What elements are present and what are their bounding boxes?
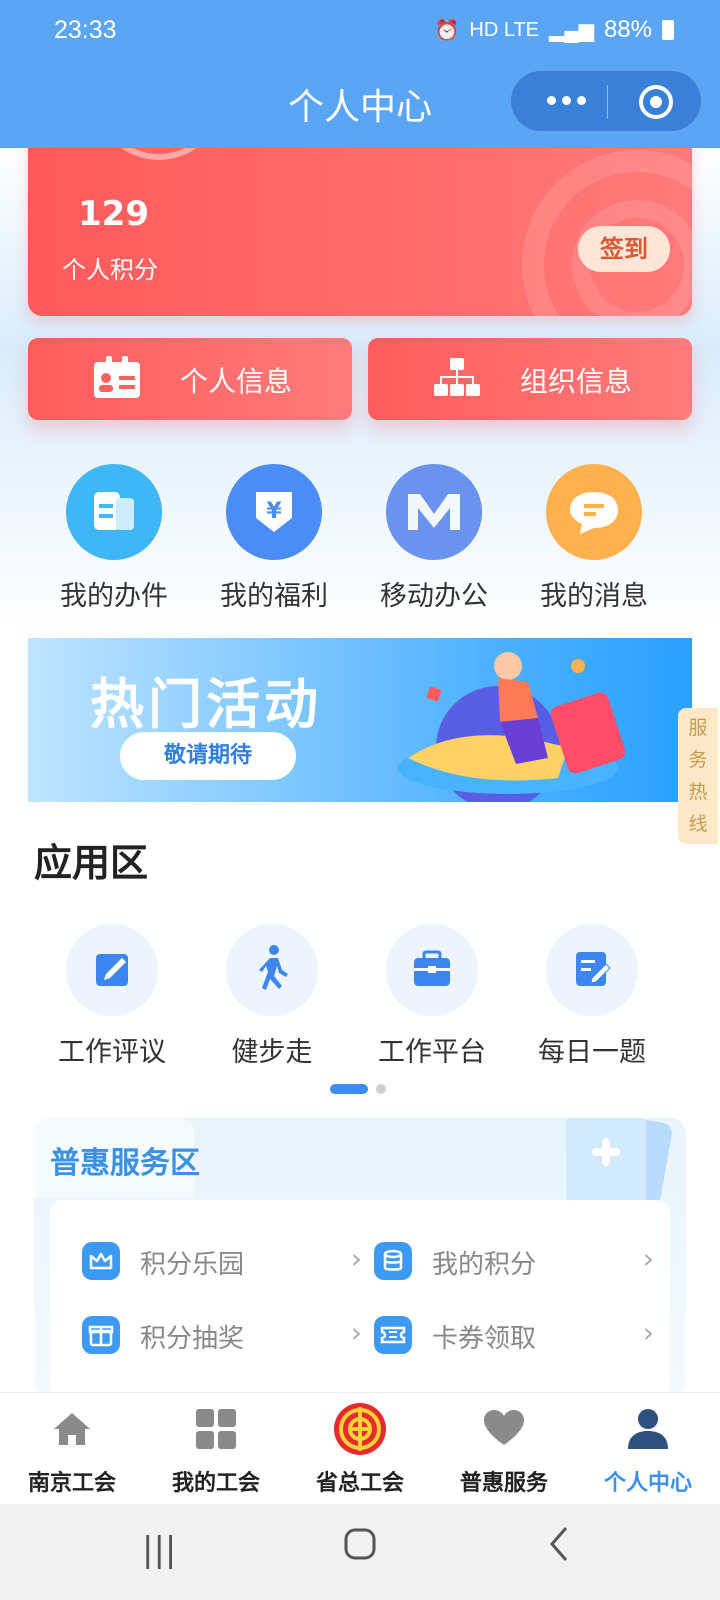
points-card: 129 个人积分 签到 — [28, 130, 692, 316]
points-label: 个人积分 — [62, 256, 158, 284]
benefits-panel: 积分乐园 › 我的积分 › 积分抽奖 › 卡券领取 › — [50, 1200, 670, 1398]
back-icon[interactable] — [544, 1524, 574, 1573]
org-chart-icon — [434, 358, 480, 396]
page-dot[interactable] — [376, 1084, 386, 1094]
system-nav-bar: ||| — [0, 1504, 720, 1600]
document-icon — [66, 464, 162, 560]
tab-benefit-services[interactable]: 普惠服务 — [432, 1393, 576, 1505]
database-icon — [374, 1242, 412, 1280]
cards-decoration-icon — [566, 1118, 672, 1210]
app-label: 工作评议 — [58, 1037, 166, 1068]
service-label: 积分乐园 — [140, 1250, 245, 1280]
more-menu-icon[interactable] — [541, 85, 591, 115]
recent-apps-icon[interactable]: ||| — [142, 1530, 176, 1570]
page-indicator[interactable] — [330, 1084, 386, 1094]
top-bar: 23:33 ⏰ HD LTE ▂▄▆ 88% 个人中心 — [0, 0, 720, 148]
app-label: 健步走 — [231, 1037, 313, 1068]
network-indicator: HD LTE — [469, 18, 540, 41]
tab-label: 普惠服务 — [459, 1471, 548, 1496]
app-walking[interactable]: 健步走 — [190, 924, 354, 1074]
edit-icon — [66, 924, 158, 1016]
service-points-park[interactable]: 积分乐园 › — [82, 1240, 362, 1286]
service-my-points[interactable]: 我的积分 › — [374, 1240, 654, 1286]
app-daily-quiz[interactable]: 每日一题 — [510, 924, 674, 1074]
grid-icon — [196, 1409, 236, 1449]
chat-bubble-icon — [546, 464, 642, 560]
quick-action-mobile-office[interactable]: 移动办公 — [354, 464, 514, 624]
walking-icon — [226, 924, 318, 1016]
battery-level: 88% — [603, 16, 652, 43]
chevron-right-icon: › — [350, 1242, 362, 1275]
banner-button[interactable]: 敬请期待 — [120, 732, 296, 780]
service-label: 卡券领取 — [432, 1324, 537, 1354]
status-time: 23:33 — [54, 16, 117, 44]
page-dot-active[interactable] — [330, 1084, 368, 1094]
m-logo-icon — [386, 464, 482, 560]
tab-label: 个人中心 — [603, 1471, 692, 1496]
service-coupon-claim[interactable]: 卡券领取 › — [374, 1314, 654, 1360]
tab-label: 省总工会 — [315, 1471, 404, 1496]
service-label: 积分抽奖 — [140, 1324, 245, 1354]
app-label: 每日一题 — [538, 1037, 646, 1068]
union-emblem-icon — [334, 1403, 386, 1455]
app-label: 工作平台 — [378, 1037, 486, 1068]
quick-action-label: 移动办公 — [380, 581, 488, 612]
chevron-right-icon: › — [642, 1316, 654, 1349]
quick-action-my-cases[interactable]: 我的办件 — [34, 464, 194, 624]
capsule-divider — [607, 85, 608, 119]
tab-label: 我的工会 — [171, 1471, 260, 1496]
bottom-tab-bar: 南京工会 我的工会 省总工会 普惠服务 个人中心 — [0, 1392, 720, 1504]
status-bar: 23:33 ⏰ HD LTE ▂▄▆ 88% — [0, 0, 720, 64]
close-miniprogram-icon[interactable] — [639, 85, 673, 119]
id-card-icon — [94, 356, 140, 398]
gift-icon — [82, 1316, 120, 1354]
quick-action-my-messages[interactable]: 我的消息 — [514, 464, 674, 624]
banner-illustration — [398, 652, 626, 802]
quick-action-label: 我的办件 — [60, 581, 168, 612]
mini-program-capsule — [510, 70, 702, 132]
org-info-button[interactable]: 组织信息 — [368, 338, 692, 420]
status-icons: ⏰ HD LTE ▂▄▆ 88% — [434, 16, 674, 44]
tab-my-union[interactable]: 我的工会 — [144, 1393, 288, 1505]
service-hotline-tab[interactable]: 服务热线 — [678, 708, 718, 844]
quick-action-label: 我的福利 — [220, 581, 328, 612]
app-zone-title: 应用区 — [34, 841, 149, 885]
chevron-right-icon: › — [642, 1242, 654, 1275]
personal-info-label: 个人信息 — [180, 365, 293, 398]
quick-action-my-benefits[interactable]: ¥ 我的福利 — [194, 464, 354, 624]
heart-icon — [484, 1410, 524, 1445]
org-info-label: 组织信息 — [520, 365, 633, 398]
points-value[interactable]: 129 — [78, 194, 149, 234]
tab-personal-center[interactable]: 个人中心 — [576, 1393, 720, 1505]
home-button-icon[interactable] — [340, 1524, 380, 1573]
hotline-label: 服务热线 — [688, 717, 708, 835]
svg-text:¥: ¥ — [266, 499, 282, 524]
service-label: 我的积分 — [432, 1250, 537, 1280]
person-icon — [628, 1409, 668, 1449]
checkin-button[interactable]: 签到 — [578, 226, 670, 272]
benefits-zone: 普惠服务区 积分乐园 › 我的积分 › 积分抽奖 › 卡券领取 › — [34, 1118, 686, 1398]
tab-nanjing-union[interactable]: 南京工会 — [0, 1393, 144, 1505]
home-icon — [54, 1413, 90, 1445]
hot-activity-banner[interactable]: 热门活动 敬请期待 — [28, 638, 692, 802]
signal-icon: ▂▄▆ — [549, 19, 594, 42]
alarm-icon: ⏰ — [434, 19, 460, 42]
tab-provincial-union[interactable]: 省总工会 — [288, 1393, 432, 1505]
banner-title: 热门活动 — [90, 673, 322, 736]
yuan-shield-icon: ¥ — [226, 464, 322, 560]
app-work-platform[interactable]: 工作平台 — [350, 924, 514, 1074]
service-points-lottery[interactable]: 积分抽奖 › — [82, 1314, 362, 1360]
crown-icon — [82, 1242, 120, 1280]
quiz-icon — [546, 924, 638, 1016]
briefcase-icon — [386, 924, 478, 1016]
app-work-review[interactable]: 工作评议 — [30, 924, 194, 1074]
ticket-icon — [374, 1316, 412, 1354]
quick-action-label: 我的消息 — [540, 581, 648, 612]
battery-icon — [662, 20, 674, 40]
chevron-right-icon: › — [350, 1316, 362, 1349]
benefits-title: 普惠服务区 — [50, 1146, 200, 1181]
tab-label: 南京工会 — [27, 1471, 116, 1496]
personal-info-button[interactable]: 个人信息 — [28, 338, 352, 420]
